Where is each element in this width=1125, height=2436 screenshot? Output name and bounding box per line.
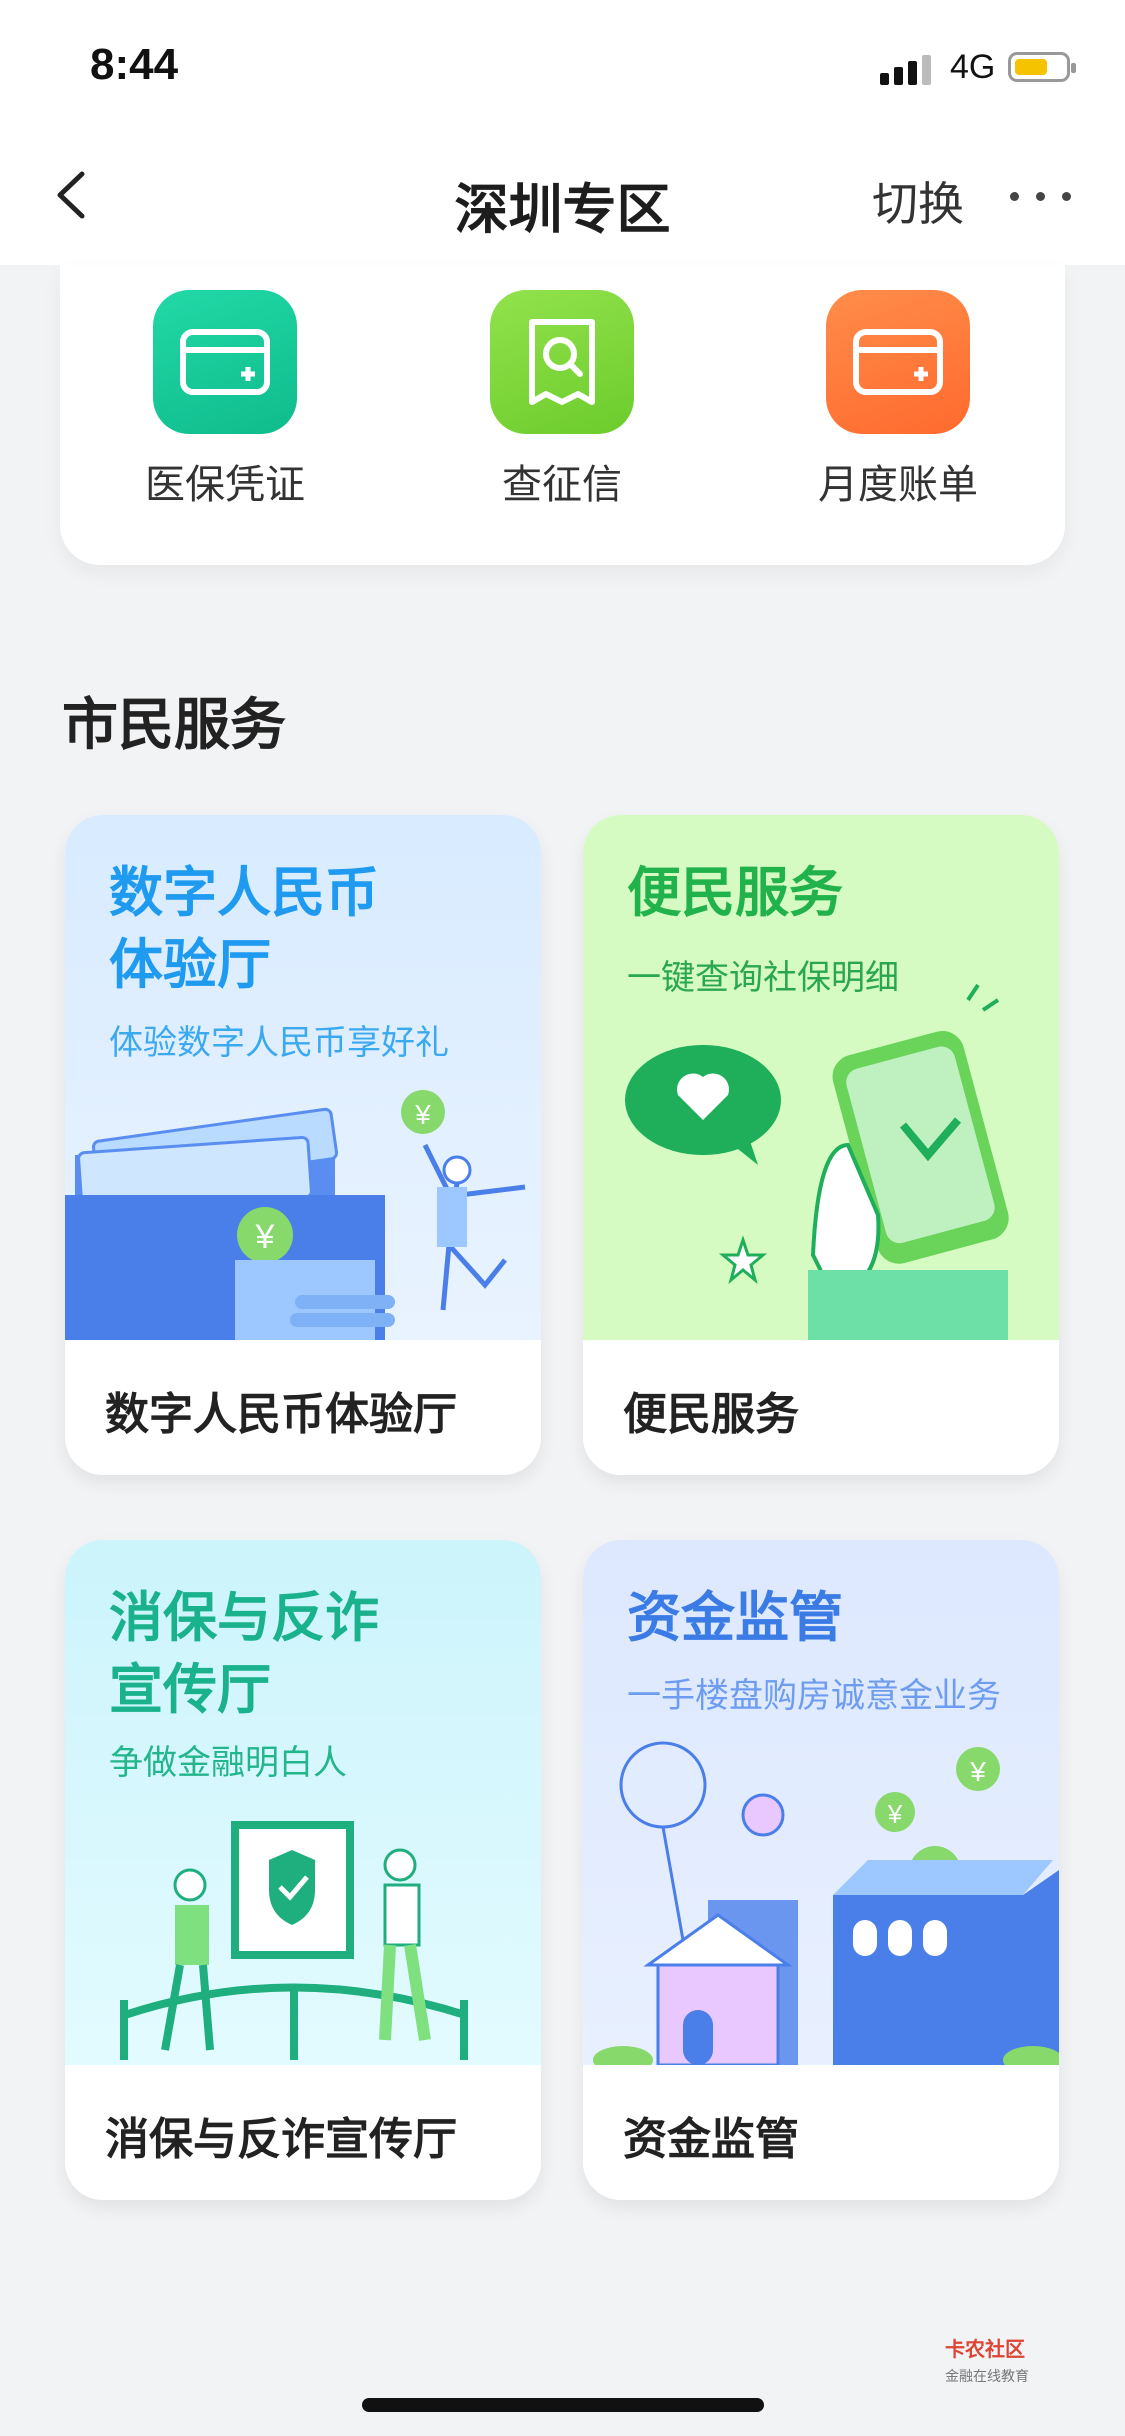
card-footer: 消保与反诈宣传厅 [65,2065,541,2200]
card-label: 便民服务 [623,1389,799,1440]
quick-action-label: 查征信 [502,462,622,508]
bill-icon [826,290,970,434]
watermark-title: 卡农社区 [945,2337,1025,2361]
more-dot-icon [1062,192,1071,201]
card-subtitle: 一键查询社保明细 [627,958,899,998]
status-time: 8:44 [90,40,179,89]
card-title-line: 宣传厅 [109,1658,271,1721]
card-subtitle: 争做金融明白人 [109,1743,347,1783]
quick-action-label: 月度账单 [818,462,978,508]
card-icon [153,290,297,434]
card-label: 资金监管 [623,2114,799,2165]
more-dot-icon [1036,192,1045,201]
quick-action-credit-check[interactable]: 查征信 [442,290,682,510]
switch-button[interactable]: 切换 [872,168,964,234]
card-fund-supervision[interactable]: ¥ ¥ ¥ 资金监管 一手楼盘购房诚意金业务 资金监管 [583,1540,1059,2200]
card-label: 消保与反诈宣传厅 [105,2114,457,2165]
card-title: 数字人民币 体验厅 [109,857,379,1001]
more-dot-icon [1010,192,1019,201]
battery-icon [1008,52,1076,82]
card-title-line: 消保与反诈 [109,1586,379,1649]
card-title: 资金监管 [627,1582,843,1654]
quick-action-label: 医保凭证 [145,462,305,508]
card-label: 数字人民币体验厅 [105,1389,457,1440]
card-subtitle: 体验数字人民币享好礼 [109,1023,449,1063]
nav-bar: 深圳专区 切换 [0,130,1125,265]
search-document-icon [490,290,634,434]
yuan-symbol: ¥ [969,1756,986,1787]
card-banner: 便民服务 一键查询社保明细 [583,815,1059,1340]
quick-action-medical-voucher[interactable]: 医保凭证 [105,290,345,510]
card-consumer-protection[interactable]: 消保与反诈 宣传厅 争做金融明白人 消保与反诈宣传厅 [65,1540,541,2200]
card-banner: ¥ ¥ 数字人民币 体验厅 体验数字人民币享好礼 [65,815,541,1340]
section-title: 市民服务 [62,693,286,758]
quick-actions-panel: 医保凭证 查征信 月度账单 [60,265,1065,565]
card-digital-rmb[interactable]: ¥ ¥ 数字人民币 体验厅 体验数字人民币享好礼 数字人民币体验厅 [65,815,541,1475]
card-title-line: 便民服务 [627,861,843,924]
card-subtitle: 一手楼盘购房诚意金业务 [627,1676,1001,1716]
home-indicator[interactable] [362,2398,764,2412]
signal-icon [880,55,931,85]
card-footer: 数字人民币体验厅 [65,1340,541,1475]
card-footer: 资金监管 [583,2065,1059,2200]
watermark-subtitle: 金融在线教育 [945,2369,1029,2385]
yuan-symbol: ¥ [414,1099,431,1130]
card-title-line: 资金监管 [627,1586,843,1649]
card-title-line: 体验厅 [109,933,271,996]
card-title: 便民服务 [627,857,843,929]
card-banner: 消保与反诈 宣传厅 争做金融明白人 [65,1540,541,2065]
card-title: 消保与反诈 宣传厅 [109,1582,379,1726]
yuan-symbol: ¥ [887,1799,903,1829]
card-banner: ¥ ¥ ¥ 资金监管 一手楼盘购房诚意金业务 [583,1540,1059,2065]
network-type: 4G [950,48,996,86]
quick-action-monthly-bill[interactable]: 月度账单 [778,290,1018,510]
status-bar: 8:44 4G [0,0,1125,130]
card-title-line: 数字人民币 [109,861,379,924]
watermark-logo: 卡农社区 金融在线教育 [945,2333,1029,2386]
card-footer: 便民服务 [583,1340,1059,1475]
yuan-symbol: ¥ [255,1218,275,1256]
card-convenience-service[interactable]: 便民服务 一键查询社保明细 便民服务 [583,815,1059,1475]
more-button[interactable] [1010,192,1071,201]
